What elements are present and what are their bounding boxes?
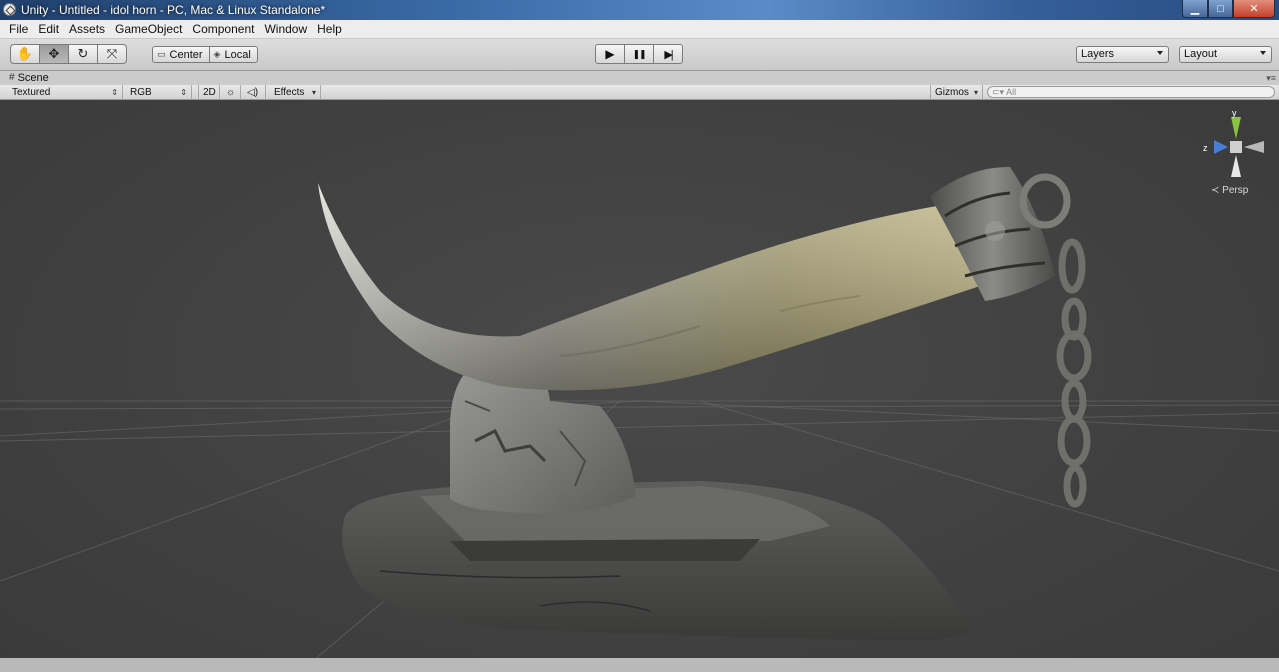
- draw-mode-dropdown[interactable]: Textured ⇕: [6, 85, 123, 100]
- effects-label: Effects: [274, 87, 305, 98]
- scene-toolbar: Textured ⇕ RGB ⇕ 2D ☼ ◁) Effects ▾ Gizmo…: [0, 85, 1279, 100]
- gizmos-label: Gizmos: [935, 87, 969, 98]
- orientation-gizmo: y z: [1203, 108, 1264, 177]
- menu-bar: File Edit Assets GameObject Component Wi…: [0, 20, 1279, 39]
- pivot-center-label: Center: [169, 48, 203, 61]
- audio-toggle[interactable]: ◁): [242, 85, 266, 100]
- tab-menu-icon[interactable]: ▾≡: [1266, 73, 1276, 84]
- layout-label: Layout: [1184, 48, 1218, 60]
- layout-dropdown[interactable]: Layout: [1179, 46, 1272, 63]
- scene-tab-bar: # Scene ▾≡: [0, 71, 1279, 85]
- tab-scene[interactable]: # Scene: [5, 71, 53, 85]
- search-icon: ⊂▾: [992, 87, 1005, 97]
- menu-assets[interactable]: Assets: [64, 20, 110, 39]
- gizmo-z-label: z: [1203, 143, 1208, 153]
- title-bar: Unity - Untitled - idol horn - PC, Mac &…: [0, 0, 1279, 20]
- scene-render: y z: [0, 108, 1279, 672]
- effects-dropdown[interactable]: Effects ▾: [269, 85, 321, 100]
- sun-icon: ☼: [226, 87, 236, 98]
- menu-edit[interactable]: Edit: [33, 20, 64, 39]
- rotate-icon: ↻: [77, 46, 89, 61]
- pause-button[interactable]: ❚❚: [624, 44, 654, 64]
- chevron-down-icon: ▾: [311, 88, 316, 97]
- step-button[interactable]: ▶|: [653, 44, 683, 64]
- menu-gameobject[interactable]: GameObject: [110, 20, 187, 39]
- idol-horn-model: [318, 166, 1055, 391]
- pivot-local-button[interactable]: ◈ Local: [208, 46, 258, 63]
- menu-component[interactable]: Component: [187, 20, 259, 39]
- scene-viewport[interactable]: y z ≺ Persp: [0, 101, 1279, 672]
- updown-arrow-icon: ⇕: [180, 88, 187, 97]
- move-tool-button[interactable]: ✥: [39, 44, 69, 64]
- unity-editor-window: Unity - Untitled - idol horn - PC, Mac &…: [0, 0, 1279, 672]
- pivot-local-label: Local: [224, 48, 251, 61]
- render-mode-label: RGB: [130, 87, 152, 98]
- scale-tool-button[interactable]: ⤧: [97, 44, 127, 64]
- hand-tool-button[interactable]: ✋: [10, 44, 40, 64]
- grid-icon: #: [9, 72, 15, 83]
- toggle-2d-button[interactable]: 2D: [198, 85, 220, 100]
- layers-dropdown[interactable]: Layers: [1076, 46, 1169, 63]
- lighting-toggle[interactable]: ☼: [221, 85, 241, 100]
- play-icon: ▶: [605, 47, 615, 61]
- scale-icon: ⤧: [106, 46, 118, 61]
- minimize-button[interactable]: ▁: [1182, 0, 1208, 18]
- persp-arrow-icon: ≺: [1211, 185, 1220, 196]
- main-toolbar: ✋ ✥ ↻ ⤧ ▭ Center ◈ Local ▶ ❚❚ ▶| Layers …: [0, 39, 1279, 71]
- scene-search-input[interactable]: ⊂▾ All: [987, 86, 1275, 98]
- draw-mode-label: Textured: [12, 87, 51, 98]
- local-space-icon: ◈: [213, 49, 221, 59]
- pivot-center-button[interactable]: ▭ Center: [152, 46, 210, 63]
- chevron-down-icon: [1260, 51, 1266, 55]
- menu-window[interactable]: Window: [259, 20, 312, 39]
- updown-arrow-icon: ⇕: [111, 88, 118, 97]
- speaker-icon: ◁): [247, 87, 259, 98]
- pivot-center-icon: ▭: [157, 49, 166, 59]
- move-icon: ✥: [48, 46, 60, 61]
- stone-base-model: [342, 481, 976, 641]
- window-title: Unity - Untitled - idol horn - PC, Mac &…: [21, 3, 326, 17]
- toggle-2d-label: 2D: [203, 87, 216, 98]
- window-controls: ▁ □ ✕: [1182, 0, 1275, 18]
- gizmos-dropdown[interactable]: Gizmos ▾: [930, 85, 983, 100]
- transform-tools: ✋ ✥ ↻ ⤧: [10, 44, 127, 64]
- render-mode-dropdown[interactable]: RGB ⇕: [124, 85, 192, 100]
- play-button[interactable]: ▶: [595, 44, 625, 64]
- pause-icon: ❚❚: [632, 48, 646, 59]
- scene-tab-label: Scene: [17, 72, 49, 84]
- layers-label: Layers: [1081, 48, 1115, 60]
- rotate-tool-button[interactable]: ↻: [68, 44, 98, 64]
- pivot-controls: ▭ Center ◈ Local: [152, 46, 258, 63]
- menu-help[interactable]: Help: [312, 20, 347, 39]
- menu-file[interactable]: File: [4, 20, 33, 39]
- search-placeholder: All: [1006, 87, 1017, 97]
- playback-controls: ▶ ❚❚ ▶|: [595, 44, 683, 64]
- unity-logo-icon: [3, 3, 16, 16]
- maximize-button[interactable]: □: [1208, 0, 1233, 18]
- gizmo-y-label: y: [1232, 108, 1237, 118]
- chevron-down-icon: ▾: [973, 88, 978, 97]
- hand-icon: ✋: [16, 46, 34, 61]
- persp-text: Persp: [1222, 185, 1249, 196]
- close-button[interactable]: ✕: [1233, 0, 1275, 18]
- chevron-down-icon: [1157, 51, 1163, 55]
- perspective-label[interactable]: ≺ Persp: [1211, 185, 1248, 196]
- status-strip: [0, 658, 1279, 672]
- step-icon: ▶|: [664, 48, 673, 61]
